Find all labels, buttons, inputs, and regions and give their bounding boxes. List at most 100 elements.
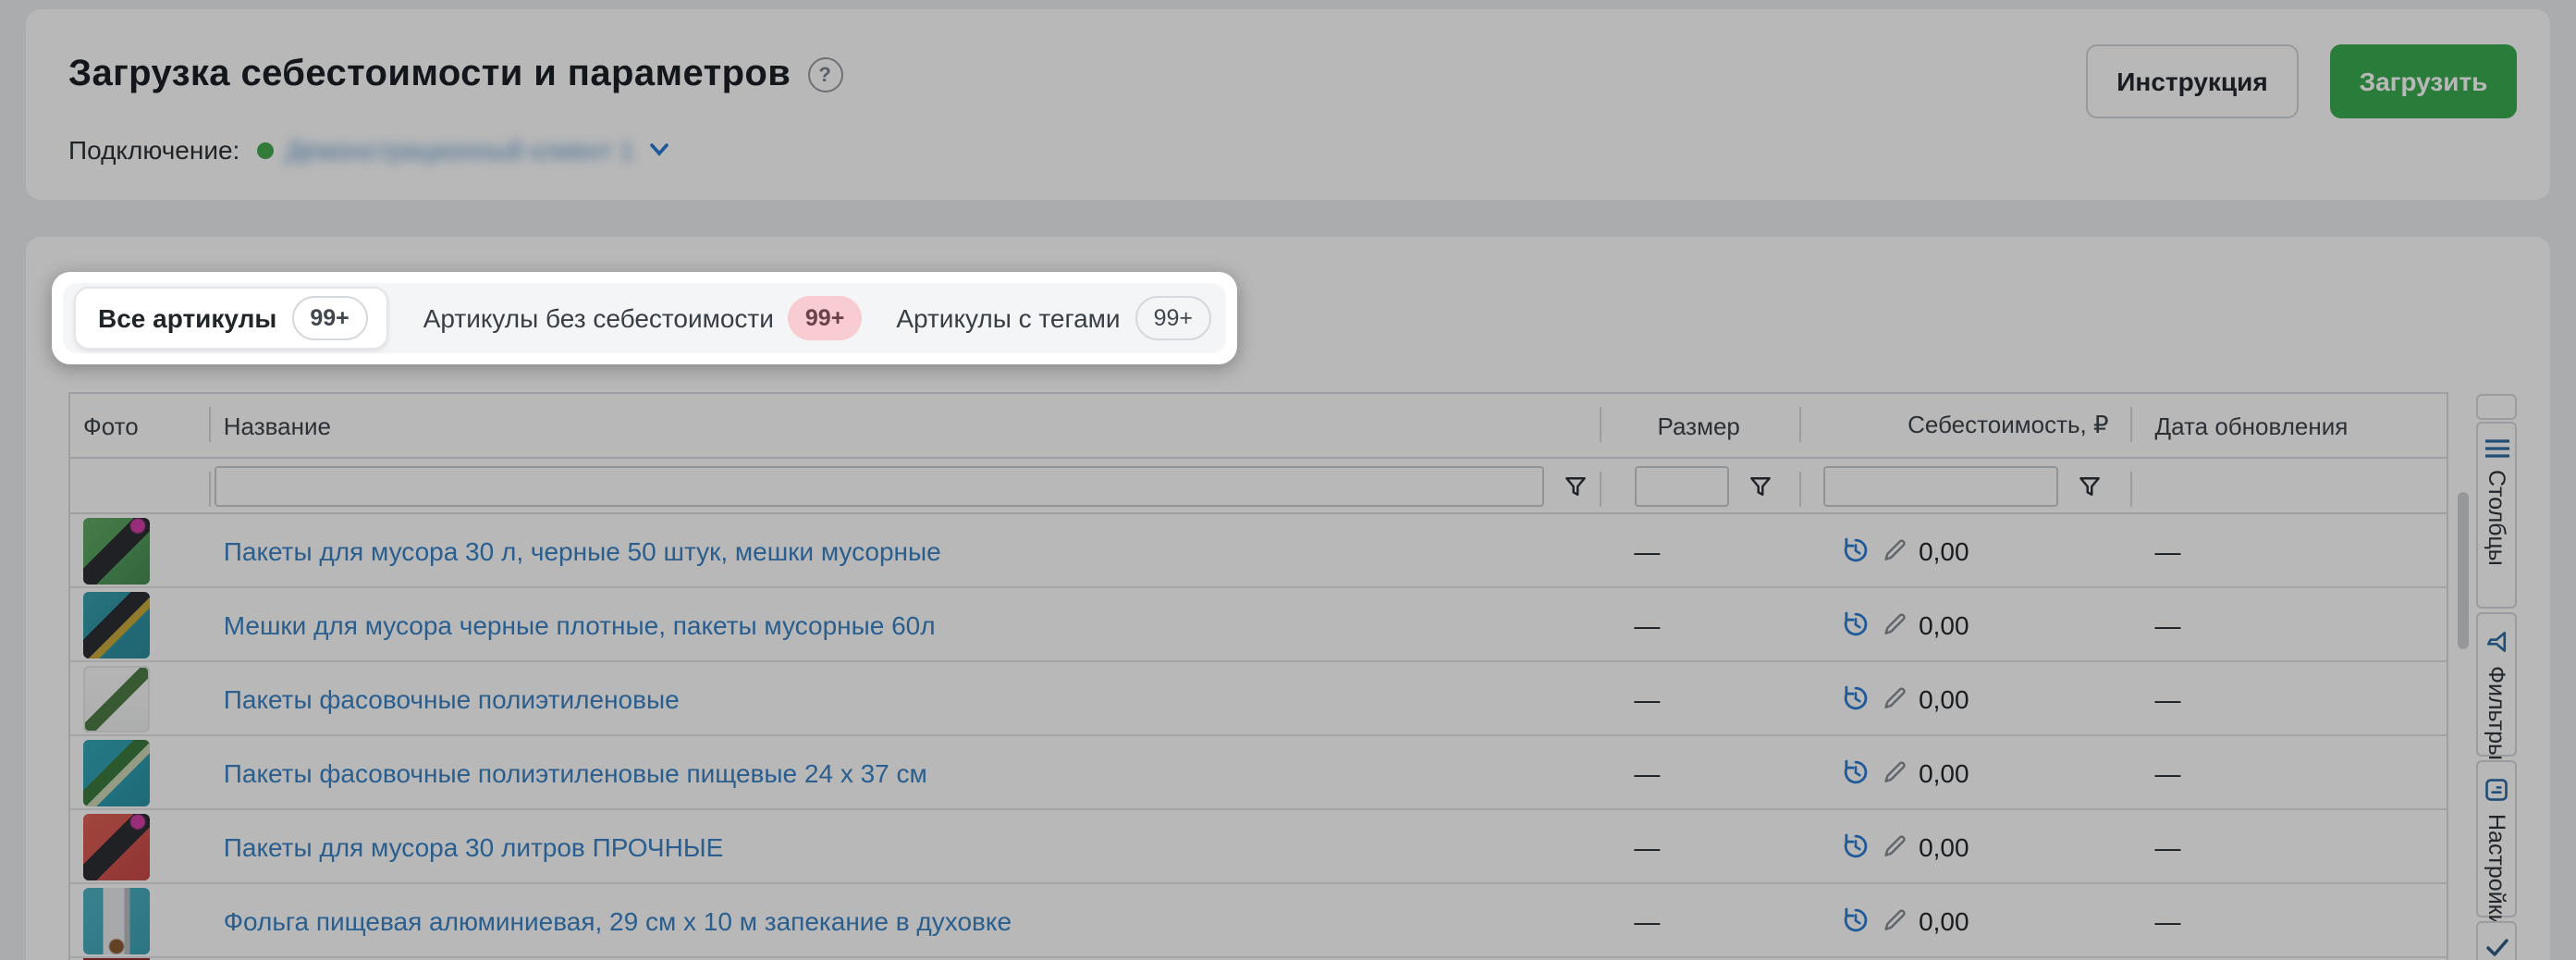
- filter-cell-cost: [1798, 459, 2130, 512]
- product-name-link[interactable]: Пакеты для мусора 30 литров ПРОЧНЫЕ: [209, 831, 724, 861]
- updated-cell: —: [2131, 514, 2447, 586]
- cost-funnel-icon[interactable]: [2076, 473, 2102, 498]
- photo-cell: [70, 588, 209, 660]
- filter-cell-photo: [70, 459, 209, 512]
- cost-value: 0,00: [1919, 757, 1969, 787]
- cost-wrap: 0,00: [1798, 535, 2130, 565]
- photo-cell: [70, 884, 209, 956]
- history-icon[interactable]: [1841, 684, 1869, 712]
- help-icon[interactable]: ?: [807, 57, 842, 92]
- product-photo[interactable]: [83, 665, 150, 732]
- history-icon[interactable]: [1841, 610, 1869, 638]
- history-icon[interactable]: [1841, 832, 1869, 860]
- instruction-button[interactable]: Инструкция: [2086, 44, 2299, 118]
- connection-label: Подключение:: [68, 135, 239, 165]
- tab-label: Артикулы без себестоимости: [423, 303, 774, 333]
- edit-pencil-icon[interactable]: [1880, 536, 1907, 564]
- cost-cell: 0,00: [1798, 662, 2130, 734]
- chevron-down-icon[interactable]: [649, 142, 669, 157]
- side-tab-label: Настройки: [2484, 814, 2509, 928]
- connection-select[interactable]: Демонстрационный клиент 1: [286, 135, 633, 165]
- side-tab-label: Столбцы: [2484, 470, 2509, 566]
- size-cell: —: [1599, 884, 1798, 956]
- table-row: Пакеты для мусора 30 л, черные 50 штук, …: [70, 514, 2447, 588]
- table-row: Пакеты фасовочные полиэтиленовые пищевые…: [70, 736, 2447, 810]
- product-photo[interactable]: [83, 739, 150, 806]
- cost-cell: 0,00: [1798, 810, 2130, 882]
- settings-icon: [2484, 777, 2509, 803]
- product-name-link[interactable]: Пакеты фасовочные полиэтиленовые пищевые…: [209, 757, 927, 787]
- name-cell: Пакеты фасовочные полиэтиленовые: [209, 662, 1600, 734]
- photo-cell: [70, 514, 209, 586]
- cost-wrap: 0,00: [1798, 609, 2130, 639]
- product-name-link[interactable]: Пакеты для мусора 30 л, черные 50 штук, …: [209, 535, 941, 565]
- updated-value: —: [2155, 683, 2181, 713]
- cost-wrap: 0,00: [1798, 831, 2130, 861]
- connection-row: Подключение: Демонстрационный клиент 1: [68, 135, 669, 165]
- name-cell: Пакеты фасовочные полиэтиленовые пищевые…: [209, 736, 1600, 808]
- edit-pencil-icon[interactable]: [1880, 610, 1907, 638]
- cost-value: 0,00: [1919, 831, 1969, 861]
- side-tab-settings[interactable]: Настройки: [2476, 760, 2517, 917]
- photo-cell: [70, 810, 209, 882]
- tab-all-articles[interactable]: Все артикулы 99+: [74, 287, 388, 350]
- cost-cell: 0,00: [1798, 884, 2130, 956]
- edit-pencil-icon[interactable]: [1880, 832, 1907, 860]
- upload-button[interactable]: Загрузить: [2330, 44, 2517, 118]
- size-cell: —: [1599, 736, 1798, 808]
- history-icon[interactable]: [1841, 758, 1869, 786]
- size-value: —: [1634, 757, 1660, 787]
- product-name-link[interactable]: Мешки для мусора черные плотные, пакеты …: [209, 609, 936, 639]
- name-cell: Мешки для мусора черные плотные, пакеты …: [209, 588, 1600, 660]
- edit-pencil-icon[interactable]: [1880, 758, 1907, 786]
- updated-value: —: [2155, 535, 2181, 565]
- side-tab-selected[interactable]: [2476, 921, 2517, 960]
- size-cell: —: [1599, 662, 1798, 734]
- tab-with-tags[interactable]: Артикулы с тегами 99+: [896, 296, 1211, 340]
- product-photo[interactable]: [83, 887, 150, 954]
- size-value: —: [1634, 905, 1660, 935]
- photo-cell: [70, 736, 209, 808]
- cost-filter-input[interactable]: [1822, 465, 2057, 506]
- product-photo[interactable]: [83, 591, 150, 658]
- product-name-link[interactable]: Пакеты фасовочные полиэтиленовые: [209, 683, 680, 713]
- tab-count-badge: 99+: [291, 296, 367, 340]
- name-funnel-icon[interactable]: [1562, 473, 1588, 498]
- filter-cell-name: [209, 459, 1600, 512]
- table-row: Пакеты фасовочные полиэтиленовые —: [70, 662, 2447, 736]
- size-value: —: [1634, 683, 1660, 713]
- product-photo[interactable]: [83, 813, 150, 880]
- name-filter-input[interactable]: [215, 465, 1544, 506]
- size-filter-input[interactable]: [1634, 465, 1728, 506]
- side-tab-columns[interactable]: Столбцы: [2476, 422, 2517, 609]
- edit-pencil-icon[interactable]: [1880, 684, 1907, 712]
- products-table: Фото Название Размер Себестоимость, ₽ Да…: [68, 392, 2448, 960]
- tab-without-cost[interactable]: Артикулы без себестоимости 99+: [423, 296, 862, 340]
- table-row: Фольга пищевая алюминиевая, 29 см х 10 м…: [70, 884, 2447, 958]
- filter-row: [70, 457, 2447, 514]
- side-tab-filters[interactable]: Фильтры: [2476, 612, 2517, 757]
- page-background: Загрузка себестоимости и параметров ? По…: [0, 0, 2576, 960]
- name-cell: Фольга пищевая алюминиевая, 29 см х 10 м…: [209, 884, 1600, 956]
- header-card: Загрузка себестоимости и параметров ? По…: [26, 9, 2550, 200]
- tab-count-badge-alert: 99+: [789, 296, 861, 340]
- updated-cell: —: [2131, 884, 2447, 956]
- table-scrollbar[interactable]: [2458, 492, 2469, 649]
- product-photo[interactable]: [83, 517, 150, 584]
- connection-status-dot: [256, 142, 273, 158]
- filter-cell-size: [1599, 459, 1798, 512]
- history-icon[interactable]: [1841, 906, 1869, 934]
- table-body: Пакеты для мусора 30 л, черные 50 штук, …: [70, 514, 2447, 958]
- size-funnel-icon[interactable]: [1747, 473, 1773, 498]
- cost-wrap: 0,00: [1798, 905, 2130, 935]
- tab-bar: Все артикулы 99+ Артикулы без себестоимо…: [63, 283, 1226, 353]
- edit-pencil-icon[interactable]: [1880, 906, 1907, 934]
- cost-wrap: 0,00: [1798, 757, 2130, 787]
- cost-wrap: 0,00: [1798, 683, 2130, 713]
- history-icon[interactable]: [1841, 536, 1869, 564]
- product-name-link[interactable]: Фольга пищевая алюминиевая, 29 см х 10 м…: [209, 905, 1012, 935]
- cost-cell: 0,00: [1798, 588, 2130, 660]
- updated-cell: —: [2131, 736, 2447, 808]
- side-panel-spacer: [2476, 394, 2517, 420]
- check-icon: [2484, 938, 2509, 958]
